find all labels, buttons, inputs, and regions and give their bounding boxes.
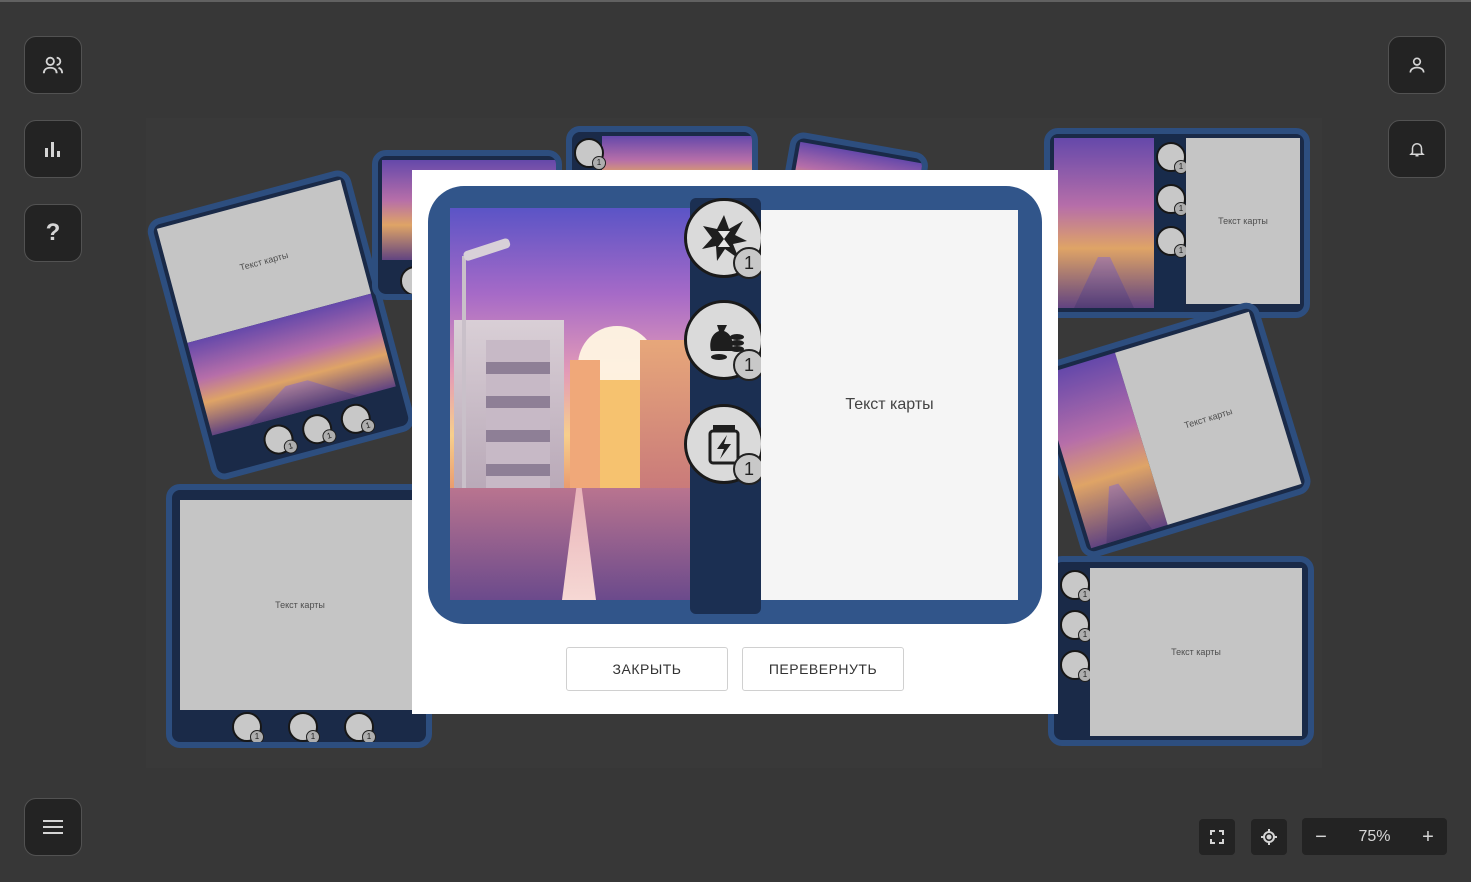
road-lane — [562, 488, 596, 600]
street-lamp-head — [462, 237, 512, 262]
flip-button[interactable]: ПЕРЕВЕРНУТЬ — [742, 647, 904, 691]
resource-chip-explosion: 1 — [684, 198, 765, 279]
road — [450, 488, 690, 600]
card-text-panel: Текст карты — [761, 210, 1018, 600]
building — [600, 380, 640, 490]
resource-chip-money: 1 — [684, 300, 765, 381]
enlarged-card: 1 1 1 Текст карты — [428, 186, 1042, 624]
card-text: Текст карты — [845, 396, 934, 413]
resource-chip-energy: 1 — [684, 404, 765, 485]
close-button[interactable]: ЗАКРЫТЬ — [566, 647, 728, 691]
building — [640, 340, 690, 490]
building — [570, 360, 600, 490]
card-illustration — [450, 208, 690, 600]
card-preview-modal: 1 1 1 Текст карты ЗАКРЫТЬ ПЕРЕВЕРНУТЬ — [412, 170, 1058, 714]
street-lamp — [462, 256, 466, 506]
building — [486, 340, 550, 490]
